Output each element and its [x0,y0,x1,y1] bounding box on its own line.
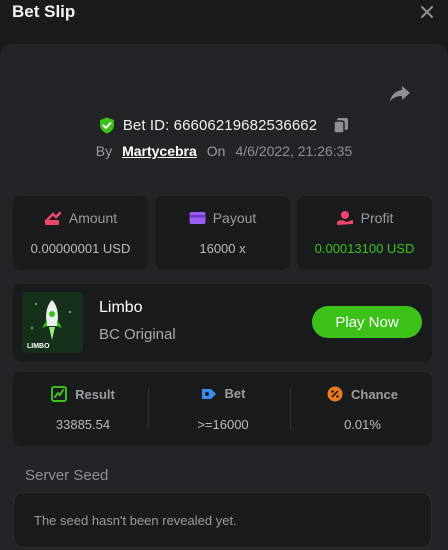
bet-icon [201,388,216,399]
page-title: Bet Slip [12,2,76,21]
share-icon[interactable] [388,84,412,104]
result-icon [51,386,68,402]
header: Bet Slip [0,0,448,44]
result-value: 33885.54 [55,417,111,432]
game-thumb-text: LIMBO [27,343,50,350]
profit-value: 0.00013100 USD [314,241,415,256]
amount-card: Amount 0.00000001 USD [13,196,148,270]
amount-label: Amount [68,210,118,226]
bet-column: Bet >=16000 [153,372,293,446]
play-now-button[interactable]: Play Now [312,306,422,338]
payout-icon [189,212,206,224]
result-label: Result [75,386,115,402]
username-link[interactable]: Martycebra [122,143,197,159]
divider [290,388,291,430]
profit-card: Profit 0.00013100 USD [297,196,432,270]
chance-value: 0.01% [344,417,381,432]
payout-card: Payout 16000 x [155,196,290,270]
profit-label: Profit [360,210,394,226]
game-subtitle: BC Original [99,326,176,343]
bet-author-row: By Martycebra On 4/6/2022, 21:26:35 [0,141,448,161]
server-seed-label: Server Seed [25,467,109,484]
chance-label: Chance [351,386,398,402]
close-icon[interactable] [419,4,435,20]
server-seed-text: The seed hasn't been revealed yet. [34,513,237,528]
on-label: On [206,143,226,159]
bet-label: Bet [224,386,246,401]
bet-id: Bet ID: 66606219682536662 [122,116,318,134]
result-column: Result 33885.54 [13,372,153,446]
payout-label: Payout [212,210,257,226]
divider [148,388,149,430]
shield-check-icon [99,117,114,133]
amount-icon [44,211,62,225]
chance-icon [327,386,343,402]
profit-icon [336,211,353,225]
by-label: By [95,143,113,159]
payout-value: 16000 x [199,241,246,256]
bet-date: 4/6/2022, 21:26:35 [235,143,353,159]
game-name[interactable]: Limbo [99,299,143,317]
result-card: Result 33885.54 Bet >=16000 Chance 0.01% [13,372,432,446]
bet-value: >=16000 [197,417,249,432]
amount-value: 0.00000001 USD [30,241,131,256]
server-seed-box: The seed hasn't been revealed yet. [13,492,432,548]
copy-icon[interactable] [333,117,349,134]
bet-id-row: Bet ID: 66606219682536662 [0,114,448,136]
game-thumbnail[interactable]: LIMBO [22,292,83,353]
game-card: LIMBO Limbo BC Original Play Now [13,284,432,362]
chance-column: Chance 0.01% [293,372,432,446]
